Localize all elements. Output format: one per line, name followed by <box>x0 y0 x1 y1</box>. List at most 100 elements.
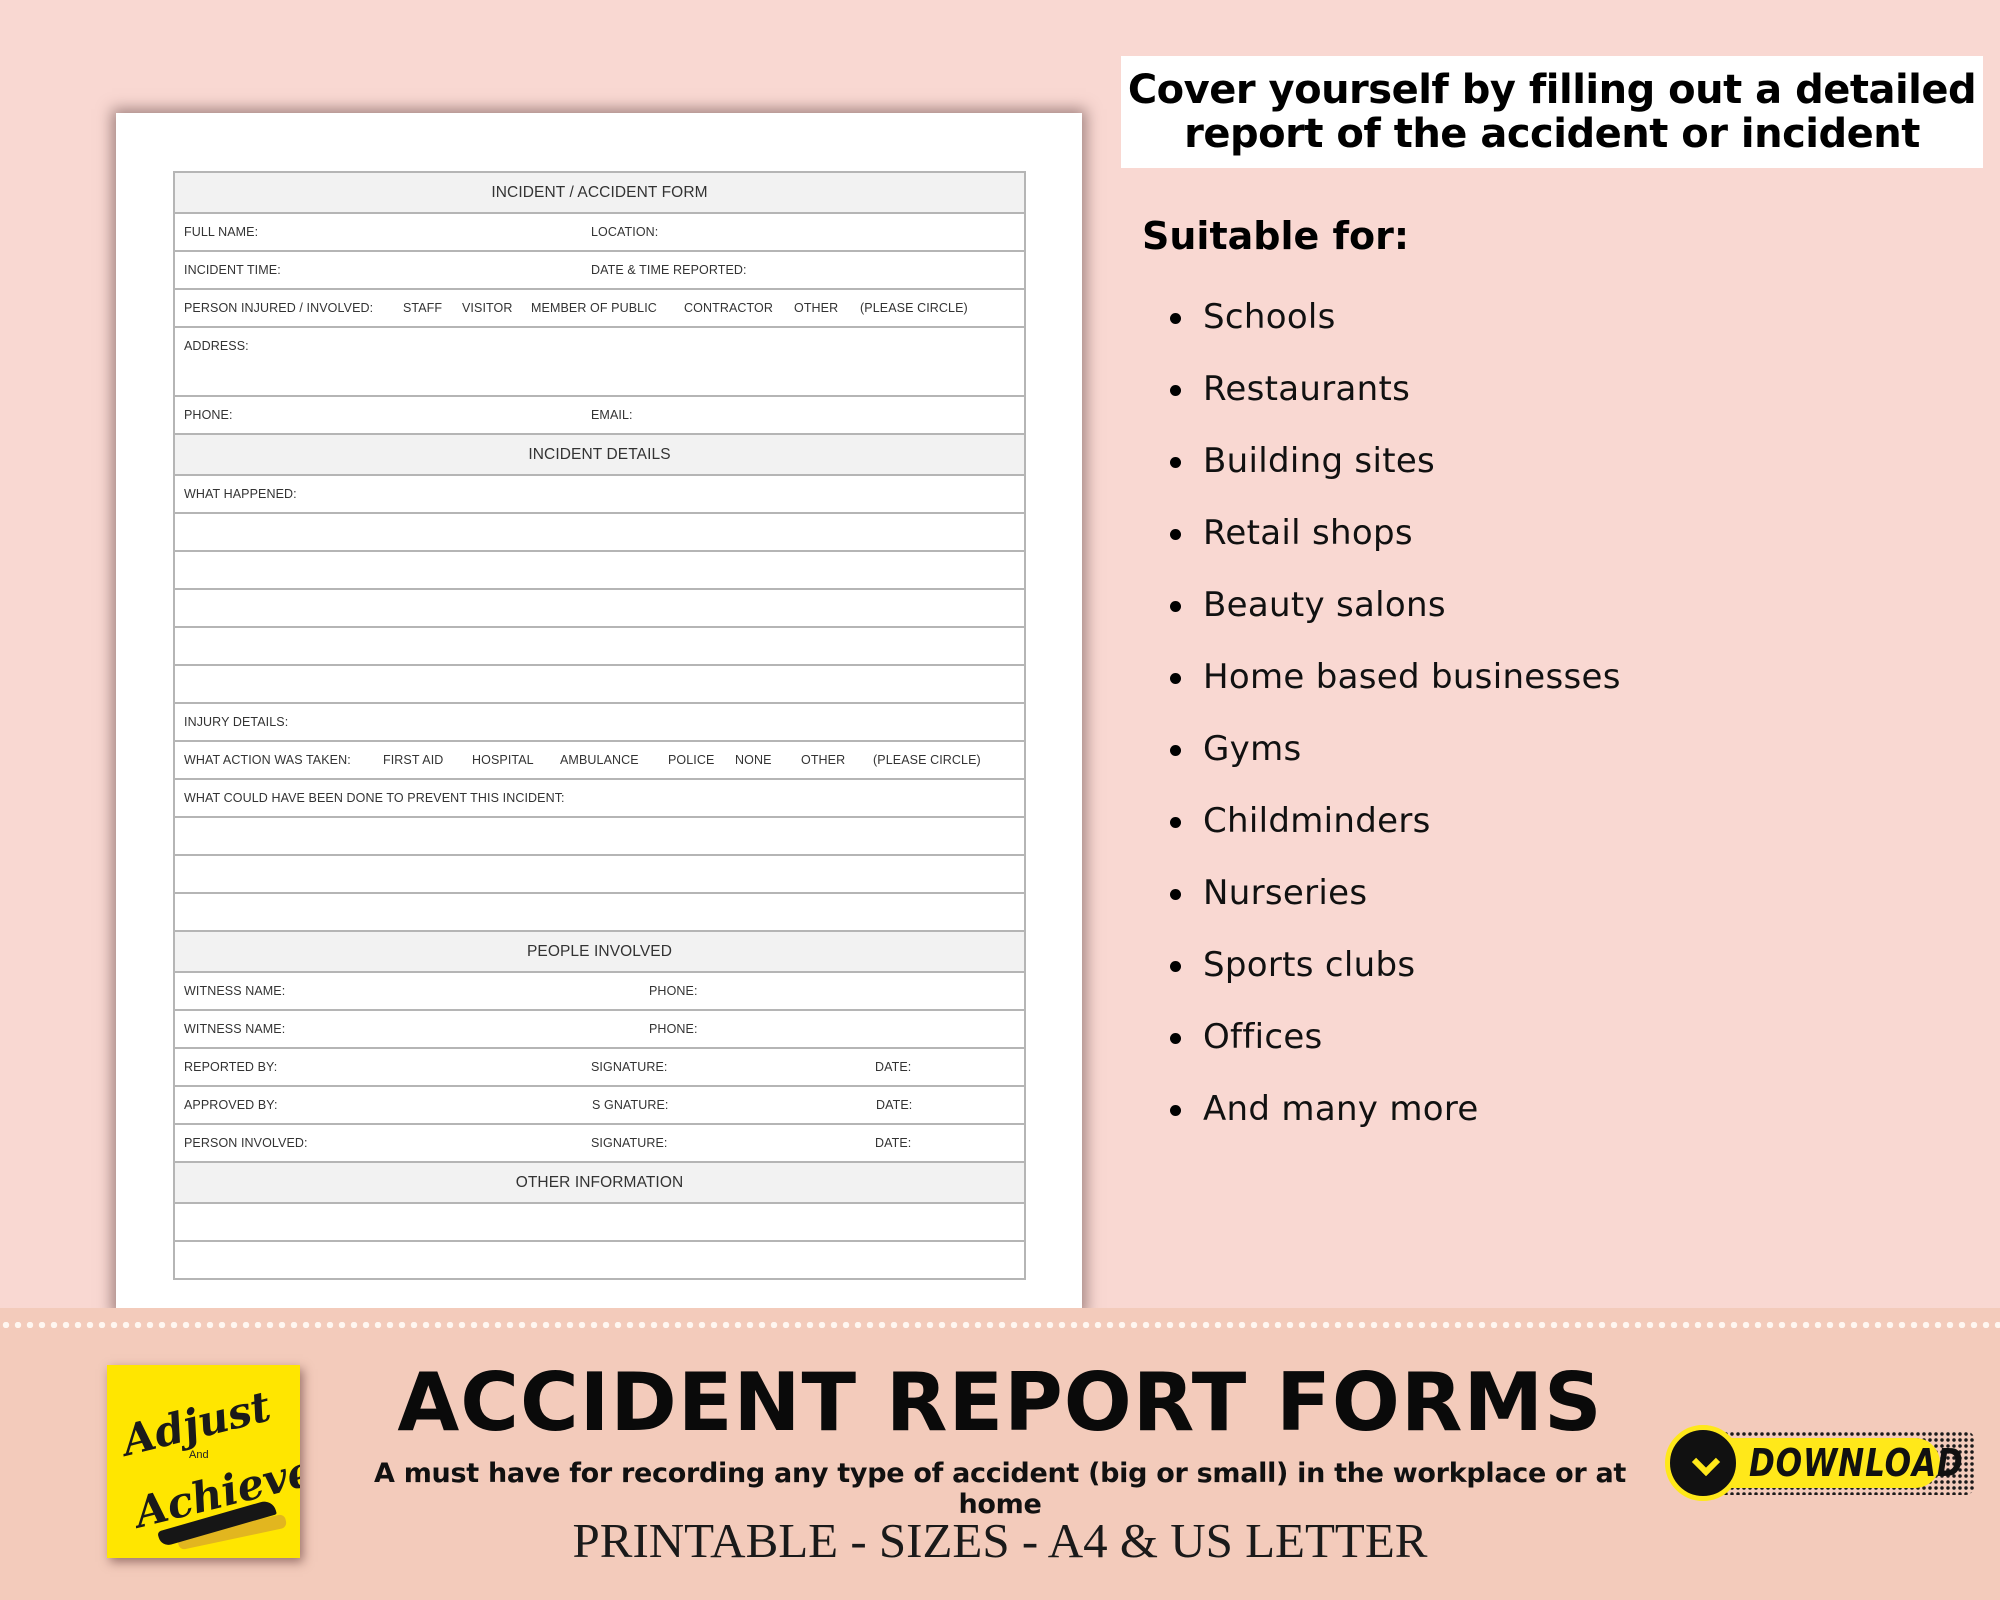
action-taken-label: WHAT ACTION WAS TAKEN: <box>184 753 351 767</box>
row-witness-1: WITNESS NAME: PHONE: <box>175 973 1024 1011</box>
logo-word-and: And <box>189 1449 209 1461</box>
row-witness-2: WITNESS NAME: PHONE: <box>175 1011 1024 1049</box>
option-staff: STAFF <box>403 301 443 315</box>
incident-form: INCIDENT / ACCIDENT FORM FULL NAME: LOCA… <box>173 171 1026 1280</box>
list-item: Gyms <box>1170 722 1621 794</box>
list-item-label: Childminders <box>1203 801 1431 841</box>
option-police: POLICE <box>668 753 715 767</box>
row-phone-email: PHONE: EMAIL: <box>175 397 1024 435</box>
list-item: Nurseries <box>1170 866 1621 938</box>
list-item-label: Beauty salons <box>1203 585 1446 625</box>
witness-name-label: WITNESS NAME: <box>184 1022 286 1036</box>
location-label: LOCATION: <box>591 225 659 239</box>
bullet-icon <box>1170 745 1181 756</box>
blank-line <box>175 628 1024 666</box>
option-other: OTHER <box>794 301 839 315</box>
email-label: EMAIL: <box>591 408 633 422</box>
row-what-happened: WHAT HAPPENED: <box>175 476 1024 514</box>
option-other-action: OTHER <box>801 753 846 767</box>
bullet-icon <box>1170 385 1181 396</box>
address-label: ADDRESS: <box>184 339 249 353</box>
row-person-involved: PERSON INVOLVED: SIGNATURE: DATE: <box>175 1125 1024 1163</box>
row-full-name: FULL NAME: LOCATION: <box>175 214 1024 252</box>
witness-name-label: WITNESS NAME: <box>184 984 286 998</box>
row-approved-by: APPROVED BY: S GNATURE: DATE: <box>175 1087 1024 1125</box>
date-label: DATE: <box>875 1136 912 1150</box>
please-circle-note-action: (PLEASE CIRCLE) <box>873 753 981 767</box>
approved-by-label: APPROVED BY: <box>184 1098 278 1112</box>
blank-line <box>175 1242 1024 1280</box>
list-item: Beauty salons <box>1170 578 1621 650</box>
option-contractor: CONTRACTOR <box>684 301 773 315</box>
list-item-label: Retail shops <box>1203 513 1413 553</box>
chevron-down-icon <box>1691 1447 1721 1477</box>
bullet-icon <box>1170 601 1181 612</box>
witness-phone-label: PHONE: <box>649 1022 698 1036</box>
witness-phone-label: PHONE: <box>649 984 698 998</box>
bullet-icon <box>1170 457 1181 468</box>
row-action-taken: WHAT ACTION WAS TAKEN: FIRST AID HOSPITA… <box>175 742 1024 780</box>
tagline-line-1: Cover yourself by filling out a detailed <box>1127 67 1977 113</box>
full-name-label: FULL NAME: <box>184 225 259 239</box>
blank-line <box>175 894 1024 932</box>
list-item-label: Nurseries <box>1203 873 1368 913</box>
date-label: DATE: <box>876 1098 913 1112</box>
list-item: And many more <box>1170 1082 1621 1154</box>
tagline-line-2: report of the accident or incident <box>1184 111 1920 157</box>
option-none: NONE <box>735 753 772 767</box>
list-item: Home based businesses <box>1170 650 1621 722</box>
product-subtitle: A must have for recording any type of ac… <box>374 1458 1626 1520</box>
suitable-for-list: Schools Restaurants Building sites Retai… <box>1170 290 1621 1154</box>
incident-time-label: INCIDENT TIME: <box>184 263 281 277</box>
option-hospital: HOSPITAL <box>472 753 534 767</box>
bullet-icon <box>1170 1033 1181 1044</box>
list-item-label: Sports clubs <box>1203 945 1416 985</box>
blank-line <box>175 1204 1024 1242</box>
person-injured-label: PERSON INJURED / INVOLVED: <box>184 301 374 315</box>
signature-label: S GNATURE: <box>592 1098 669 1112</box>
bullet-icon <box>1170 529 1181 540</box>
blank-line <box>175 856 1024 894</box>
list-item: Retail shops <box>1170 506 1621 578</box>
person-involved-label: PERSON INVOLVED: <box>184 1136 308 1150</box>
row-injury-details: INJURY DETAILS: <box>175 704 1024 742</box>
bullet-icon <box>1170 313 1181 324</box>
bullet-icon <box>1170 1105 1181 1116</box>
date-label: DATE: <box>875 1060 912 1074</box>
blank-line <box>175 590 1024 628</box>
tagline-box: Cover yourself by filling out a detailed… <box>1121 56 1983 168</box>
what-happened-label: WHAT HAPPENED: <box>184 487 297 501</box>
list-item-label: Building sites <box>1203 441 1436 481</box>
signature-label: SIGNATURE: <box>591 1060 668 1074</box>
row-address: ADDRESS: <box>175 328 1024 397</box>
other-information-header: OTHER INFORMATION <box>175 1163 1024 1204</box>
bullet-icon <box>1170 817 1181 828</box>
list-item: Building sites <box>1170 434 1621 506</box>
list-item-label: And many more <box>1203 1089 1479 1129</box>
row-reported-by: REPORTED BY: SIGNATURE: DATE: <box>175 1049 1024 1087</box>
list-item-label: Restaurants <box>1203 369 1411 409</box>
phone-label: PHONE: <box>184 408 233 422</box>
blank-line <box>175 666 1024 704</box>
bottom-banner: Adjust And Achieve ACCIDENT REPORT FORMS… <box>0 1308 2000 1600</box>
download-label: DOWNLOAD <box>1749 1441 1964 1485</box>
option-ambulance: AMBULANCE <box>560 753 639 767</box>
date-time-reported-label: DATE & TIME REPORTED: <box>591 263 747 277</box>
blank-line <box>175 818 1024 856</box>
injury-details-label: INJURY DETAILS: <box>184 715 289 729</box>
option-visitor: VISITOR <box>462 301 513 315</box>
download-button[interactable]: DOWNLOAD <box>1665 1425 1975 1501</box>
list-item-label: Schools <box>1203 297 1336 337</box>
list-item-label: Home based businesses <box>1203 657 1621 697</box>
prevent-label: WHAT COULD HAVE BEEN DONE TO PREVENT THI… <box>184 791 565 805</box>
option-first-aid: FIRST AID <box>383 753 444 767</box>
bullet-icon <box>1170 961 1181 972</box>
bullet-icon <box>1170 889 1181 900</box>
download-circle <box>1665 1425 1741 1501</box>
people-involved-header: PEOPLE INVOLVED <box>175 932 1024 973</box>
blank-line <box>175 552 1024 590</box>
list-item-label: Gyms <box>1203 729 1302 769</box>
row-incident-time: INCIDENT TIME: DATE & TIME REPORTED: <box>175 252 1024 290</box>
printable-sizes: PRINTABLE - SIZES - A4 & US LETTER <box>572 1513 1428 1568</box>
blank-line <box>175 514 1024 552</box>
